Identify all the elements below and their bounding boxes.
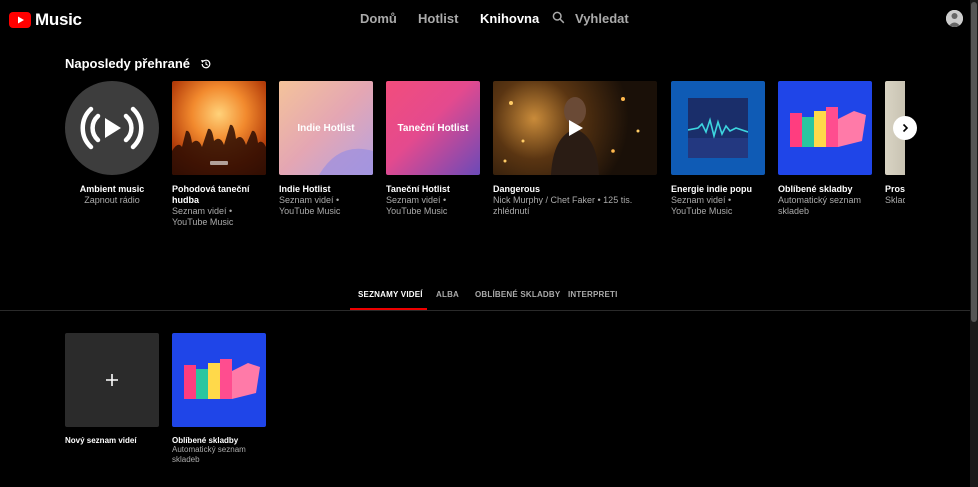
card-thumbnail[interactable] <box>493 81 657 175</box>
recent-card-prosp[interactable]: Prosp Sklad Jonn <box>885 81 905 206</box>
playlist-subtitle: Automatický seznam skladeb <box>172 445 246 464</box>
card-title[interactable]: Energie indie popu <box>671 184 765 195</box>
tab-playlists[interactable]: SEZNAMY VIDEÍ <box>358 290 423 299</box>
active-tab-indicator <box>350 308 427 310</box>
liked-songs-art <box>184 359 260 399</box>
album-art <box>687 98 749 158</box>
nav-home[interactable]: Domů <box>360 11 397 26</box>
card-title[interactable]: Pohodová taneční hudba <box>172 184 266 206</box>
new-playlist-button[interactable] <box>65 333 159 427</box>
card-title[interactable]: Dangerous <box>493 184 657 195</box>
recent-title: Naposledy přehrané <box>65 56 190 71</box>
search-icon[interactable] <box>552 11 565 24</box>
recent-card-dangerous[interactable]: Dangerous Nick Murphy / Chet Faker • 125… <box>493 81 657 217</box>
youtube-logo-icon <box>9 12 31 28</box>
recent-card-chill-dance[interactable]: Pohodová taneční hudba Seznam videí • Yo… <box>172 81 266 228</box>
playlist-title[interactable]: Nový seznam videí <box>65 436 159 445</box>
thumb-overlay-text: Indie Hotlist <box>297 123 355 134</box>
recent-card-liked-songs[interactable]: Oblíbené skladby Automatický seznam skla… <box>778 81 872 217</box>
nav-library[interactable]: Knihovna <box>480 11 539 26</box>
history-icon[interactable] <box>200 58 212 70</box>
card-title[interactable]: Oblíbené skladby <box>778 184 872 195</box>
scrollbar-thumb[interactable] <box>971 2 977 322</box>
liked-songs-art <box>790 107 866 147</box>
chevron-right-icon <box>902 123 909 133</box>
radio-icon <box>80 106 144 150</box>
card-subtitle: Zapnout rádio <box>84 195 140 205</box>
playlist-title[interactable]: Oblíbené skladby <box>172 436 266 445</box>
avatar[interactable] <box>946 10 963 27</box>
top-nav: Music Domů Hotlist Knihovna Vyhledat <box>0 0 978 38</box>
card-subtitle: Seznam videí • YouTube Music <box>386 195 448 216</box>
nav-hotlist[interactable]: Hotlist <box>418 11 458 26</box>
thumb-overlay-text: Taneční Hotlist <box>397 123 469 134</box>
card-thumbnail[interactable]: Taneční Hotlist <box>386 81 480 175</box>
card-title[interactable]: Prosp <box>885 184 905 195</box>
play-icon[interactable] <box>569 120 583 136</box>
card-title[interactable]: Ambient music <box>65 184 159 195</box>
logo-text: Music <box>35 10 82 29</box>
waveform-icon <box>687 117 749 158</box>
card-thumbnail[interactable] <box>778 81 872 175</box>
logo[interactable]: Music <box>9 10 82 30</box>
new-playlist-card[interactable]: Nový seznam videí <box>65 333 159 445</box>
card-title[interactable]: Indie Hotlist <box>279 184 373 195</box>
card-subtitle: Seznam videí • YouTube Music <box>279 195 341 216</box>
card-thumbnail[interactable] <box>65 81 159 175</box>
playlist-thumbnail[interactable] <box>172 333 266 427</box>
library-tabs: SEZNAMY VIDEÍ ALBA OBLÍBENÉ SKLADBY INTE… <box>0 285 970 311</box>
card-subtitle: Seznam videí • YouTube Music <box>172 206 234 227</box>
tab-albums[interactable]: ALBA <box>436 290 459 299</box>
card-subtitle: Nick Murphy / Chet Faker • 125 tis. zhlé… <box>493 195 633 216</box>
tab-liked-songs[interactable]: OBLÍBENÉ SKLADBY <box>475 290 560 299</box>
recent-section-title: Naposledy přehrané <box>65 56 212 71</box>
card-title[interactable]: Taneční Hotlist <box>386 184 480 195</box>
card-thumbnail[interactable]: Indie Hotlist <box>279 81 373 175</box>
scrollbar[interactable] <box>970 0 978 487</box>
recent-card-ambient-music[interactable]: Ambient music Zapnout rádio <box>65 81 159 206</box>
recent-card-dance-hotlist[interactable]: Taneční Hotlist Taneční Hotlist Seznam v… <box>386 81 480 217</box>
crowd-illustration <box>172 124 266 175</box>
card-subtitle: Seznam videí • YouTube Music <box>671 195 733 216</box>
avatar-image <box>946 10 963 27</box>
plus-icon <box>106 374 118 386</box>
recent-card-indie-pop-energy[interactable]: Energie indie popu Seznam videí • YouTub… <box>671 81 765 217</box>
recent-card-indie-hotlist[interactable]: Indie Hotlist Indie Hotlist Seznam videí… <box>279 81 373 217</box>
liked-songs-playlist-card[interactable]: Oblíbené skladby Automatický seznam skla… <box>172 333 266 465</box>
card-subtitle: Automatický seznam skladeb <box>778 195 862 216</box>
card-thumbnail[interactable] <box>172 81 266 175</box>
card-subtitle: Sklad Jonn <box>885 195 905 205</box>
search-label[interactable]: Vyhledat <box>575 11 629 26</box>
tab-artists[interactable]: INTERPRETI <box>568 290 618 299</box>
card-thumbnail[interactable] <box>671 81 765 175</box>
carousel-next-button[interactable] <box>893 116 917 140</box>
